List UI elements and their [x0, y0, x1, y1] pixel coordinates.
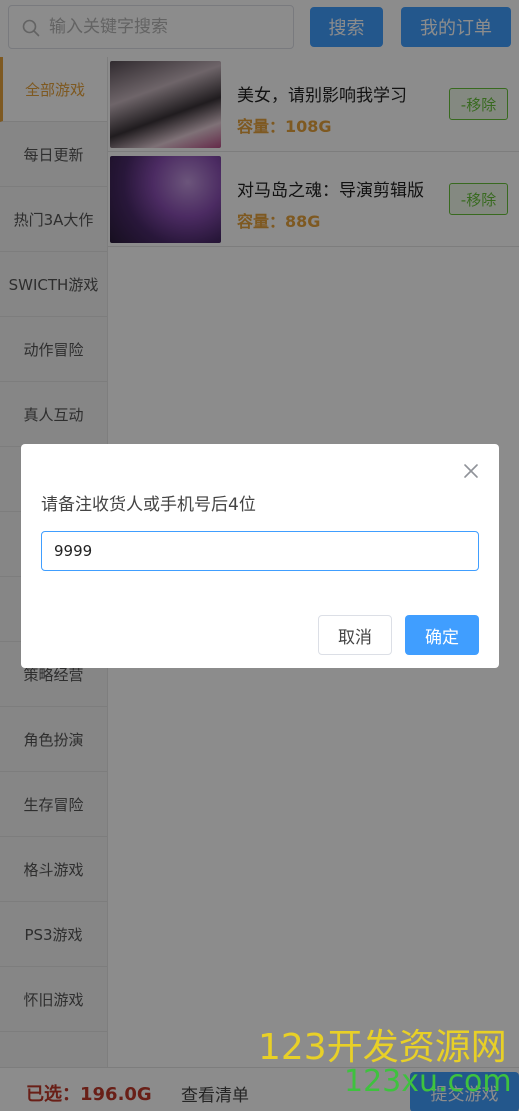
note-input[interactable] — [41, 531, 479, 571]
cancel-button[interactable]: 取消 — [318, 615, 392, 655]
confirm-button[interactable]: 确定 — [405, 615, 479, 655]
dialog-title: 请备注收货人或手机号后4位 — [41, 495, 256, 515]
note-dialog: 请备注收货人或手机号后4位 取消 确定 — [21, 444, 499, 668]
close-icon[interactable] — [463, 463, 479, 479]
